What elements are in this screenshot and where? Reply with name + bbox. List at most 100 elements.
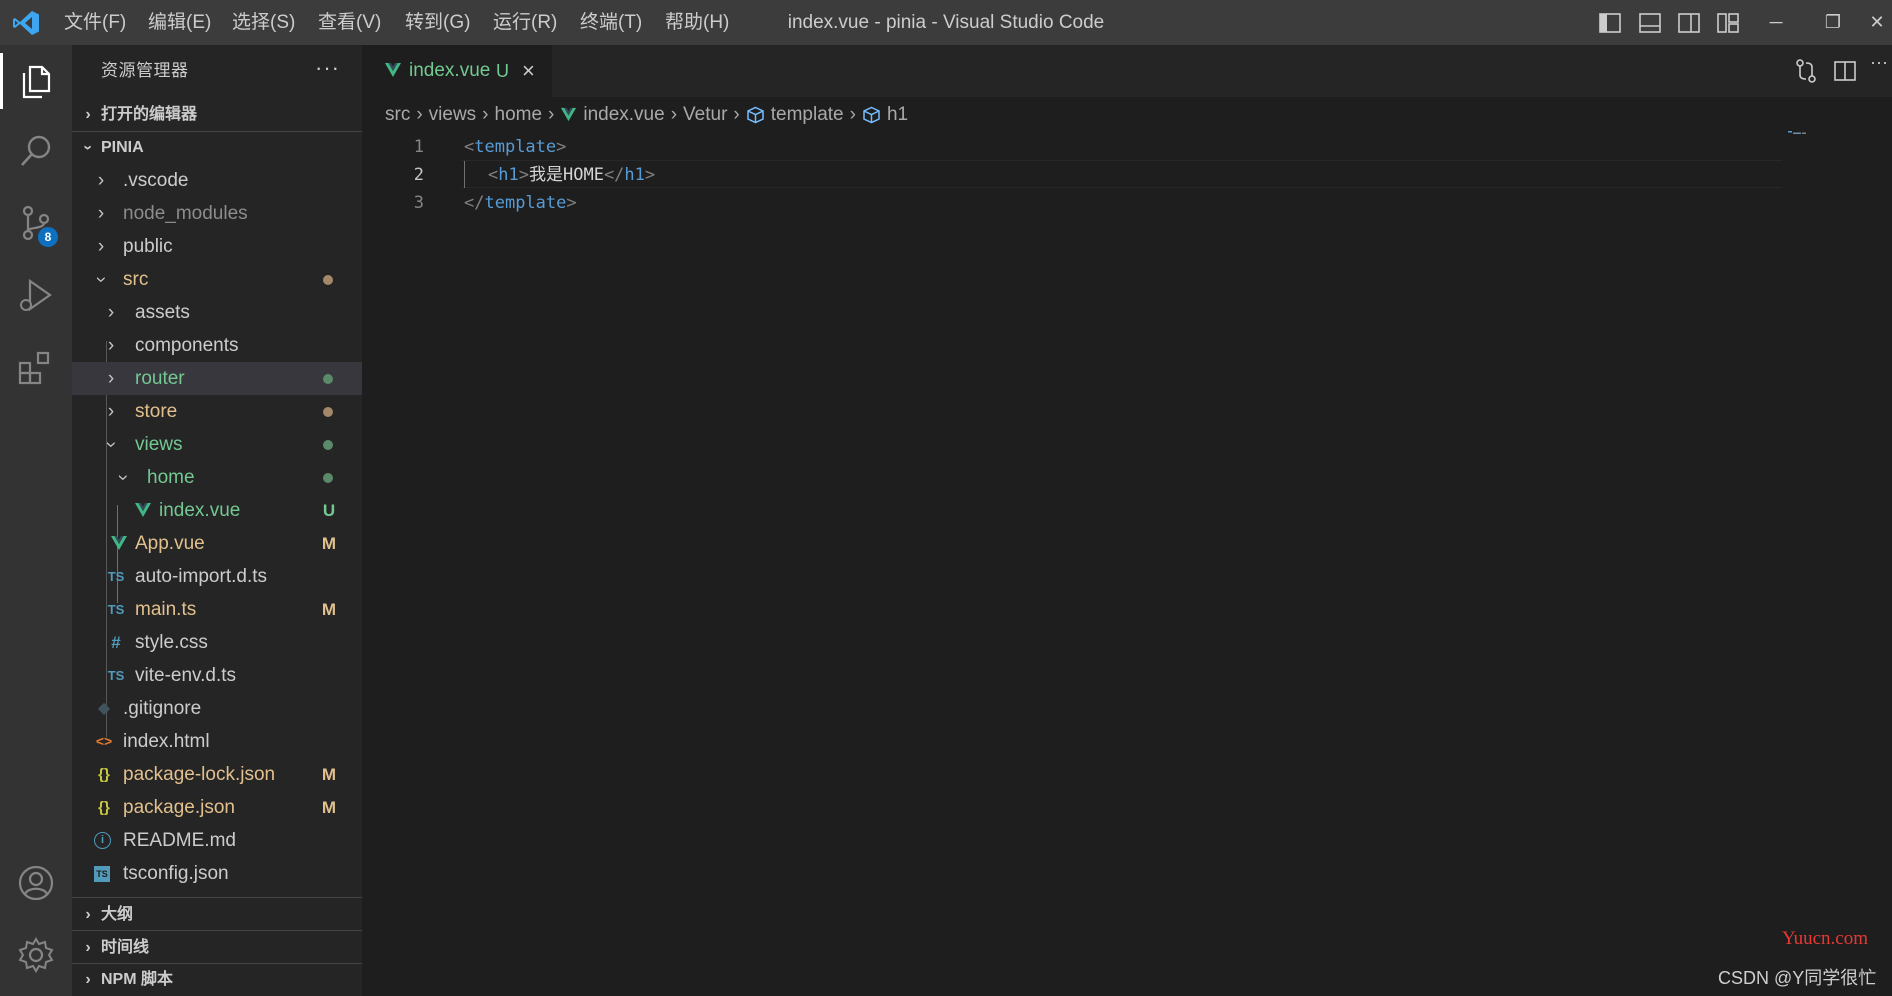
chevron-right-icon: › <box>107 401 115 422</box>
menu-run[interactable]: 运行(R) <box>493 0 557 45</box>
tree-item-label: assets <box>135 302 190 323</box>
tab-index-vue[interactable]: index.vue U × <box>362 45 552 97</box>
git-status-badge: U <box>322 501 336 520</box>
tree-item-public[interactable]: › public <box>72 230 362 263</box>
tree-item-store[interactable]: › store <box>72 395 362 428</box>
split-editor-icon[interactable] <box>1831 57 1859 85</box>
tree-item-assets[interactable]: › assets <box>72 296 362 329</box>
title-bar: 文件(F) 编辑(E) 选择(S) 查看(V) 转到(G) 运行(R) 终端(T… <box>0 0 1892 45</box>
tree-item-views[interactable]: › views <box>72 428 362 461</box>
search-icon[interactable] <box>16 131 56 171</box>
tree-item-label: index.vue <box>159 500 241 521</box>
menu-go[interactable]: 转到(G) <box>405 0 470 45</box>
section-open-editors[interactable]: › 打开的编辑器 <box>72 98 362 131</box>
section-outline[interactable]: › 大纲 <box>72 898 362 931</box>
section-timeline[interactable]: › 时间线 <box>72 931 362 964</box>
settings-gear-icon[interactable] <box>16 935 56 975</box>
tree-item-readme[interactable]: i README.md <box>72 824 362 857</box>
chevron-right-icon: › <box>670 104 678 125</box>
tree-item-home[interactable]: › home <box>72 461 362 494</box>
breadcrumb-home[interactable]: home <box>495 97 543 133</box>
breadcrumb-template[interactable]: template <box>771 97 844 133</box>
tree-item-components[interactable]: › components <box>72 329 362 362</box>
indent-guide <box>464 161 465 188</box>
tree-item-style-css[interactable]: # style.css <box>72 626 362 659</box>
chevron-right-icon: › <box>107 302 115 323</box>
tree-item-auto-import[interactable]: TS auto-import.d.ts <box>72 560 362 593</box>
vscode-logo-icon <box>13 11 39 35</box>
editor-more-actions-icon[interactable]: ··· <box>1870 52 1892 73</box>
breadcrumb-h1[interactable]: h1 <box>887 97 908 133</box>
tree-item-package-json[interactable]: {} package.json M <box>72 791 362 824</box>
chevron-right-icon: › <box>85 971 91 988</box>
sidebar-title: 资源管理器 <box>101 61 189 80</box>
close-window-icon[interactable]: ✕ <box>1862 0 1892 45</box>
chevron-right-icon: › <box>85 106 91 123</box>
compare-changes-icon[interactable] <box>1792 57 1820 85</box>
ts-file-icon: TS <box>107 569 125 584</box>
chevron-right-icon: › <box>548 104 555 125</box>
tree-item-label: vite-env.d.ts <box>135 665 237 686</box>
symbol-module-icon <box>863 106 880 124</box>
tree-item-gitignore[interactable]: ◆ .gitignore <box>72 692 362 725</box>
symbol-module-icon <box>746 106 764 124</box>
toggle-primary-sidebar-icon[interactable] <box>1597 10 1623 36</box>
vue-file-icon <box>561 107 577 122</box>
tree-item-label: store <box>135 401 178 422</box>
chevron-down-icon: › <box>112 474 134 481</box>
menu-terminal[interactable]: 终端(T) <box>580 0 642 45</box>
toggle-secondary-sidebar-icon[interactable] <box>1676 10 1702 36</box>
untracked-dot <box>323 440 333 450</box>
section-project[interactable]: › PINIA <box>72 131 362 164</box>
tree-item-index-vue[interactable]: index.vue U <box>72 494 362 527</box>
menu-view[interactable]: 查看(V) <box>318 0 381 45</box>
code-editor[interactable]: 1 <template> 2 <h1>我是HOME</h1> 3 </templ… <box>362 133 1892 996</box>
restore-icon[interactable]: ❐ <box>1810 0 1856 45</box>
tree-item-label: router <box>135 368 185 389</box>
menu-selection[interactable]: 选择(S) <box>232 0 295 45</box>
tree-item-router[interactable]: › router <box>72 362 362 395</box>
extensions-icon[interactable] <box>16 347 56 387</box>
modified-dot <box>323 275 333 285</box>
tab-git-status: U <box>496 61 509 81</box>
tree-item-label: .vscode <box>123 170 189 191</box>
tree-item-label: auto-import.d.ts <box>135 566 267 587</box>
vue-file-icon <box>135 503 151 517</box>
author-watermark: CSDN @Y同学很忙 <box>1718 968 1877 988</box>
toggle-panel-icon[interactable] <box>1637 10 1663 36</box>
explorer-icon[interactable] <box>16 61 56 101</box>
chevron-right-icon: › <box>97 203 105 224</box>
minimap[interactable] <box>1788 131 1808 135</box>
run-debug-icon[interactable] <box>16 275 56 315</box>
tree-item-vite-env[interactable]: TS vite-env.d.ts <box>72 659 362 692</box>
chevron-right-icon: › <box>482 104 489 125</box>
tree-item-node-modules[interactable]: › node_modules <box>72 197 362 230</box>
git-status-badge: M <box>321 534 337 553</box>
customize-layout-icon[interactable] <box>1715 10 1741 36</box>
tree-item-label: style.css <box>135 632 208 653</box>
tree-item-label: App.vue <box>135 533 205 554</box>
tree-item-label: .gitignore <box>123 698 202 719</box>
section-label: PINIA <box>101 139 144 156</box>
tree-item-tsconfig[interactable]: TS tsconfig.json <box>72 857 362 890</box>
tree-item-src[interactable]: › src <box>72 263 362 296</box>
menu-file[interactable]: 文件(F) <box>64 0 126 45</box>
menu-edit[interactable]: 编辑(E) <box>148 0 211 45</box>
tree-item-index-html[interactable]: <> index.html <box>72 725 362 758</box>
account-icon[interactable] <box>16 863 56 903</box>
minimize-icon[interactable]: ─ <box>1753 0 1799 45</box>
tree-item-vscode[interactable]: › .vscode <box>72 164 362 197</box>
breadcrumb-vetur[interactable]: Vetur <box>683 97 727 133</box>
tree-item-label: main.ts <box>135 599 197 620</box>
breadcrumb-src[interactable]: src <box>385 97 410 133</box>
section-npm-scripts[interactable]: › NPM 脚本 <box>72 963 362 996</box>
menu-help[interactable]: 帮助(H) <box>665 0 729 45</box>
git-status-badge: M <box>321 798 337 817</box>
breadcrumb-file[interactable]: index.vue <box>583 97 664 133</box>
tree-item-main-ts[interactable]: TS main.ts M <box>72 593 362 626</box>
close-tab-icon[interactable]: × <box>522 45 535 97</box>
breadcrumb-views[interactable]: views <box>429 97 477 133</box>
more-actions-icon[interactable]: ··· <box>315 45 340 97</box>
tree-item-package-lock[interactable]: {} package-lock.json M <box>72 758 362 791</box>
tree-item-app-vue[interactable]: App.vue M <box>72 527 362 560</box>
